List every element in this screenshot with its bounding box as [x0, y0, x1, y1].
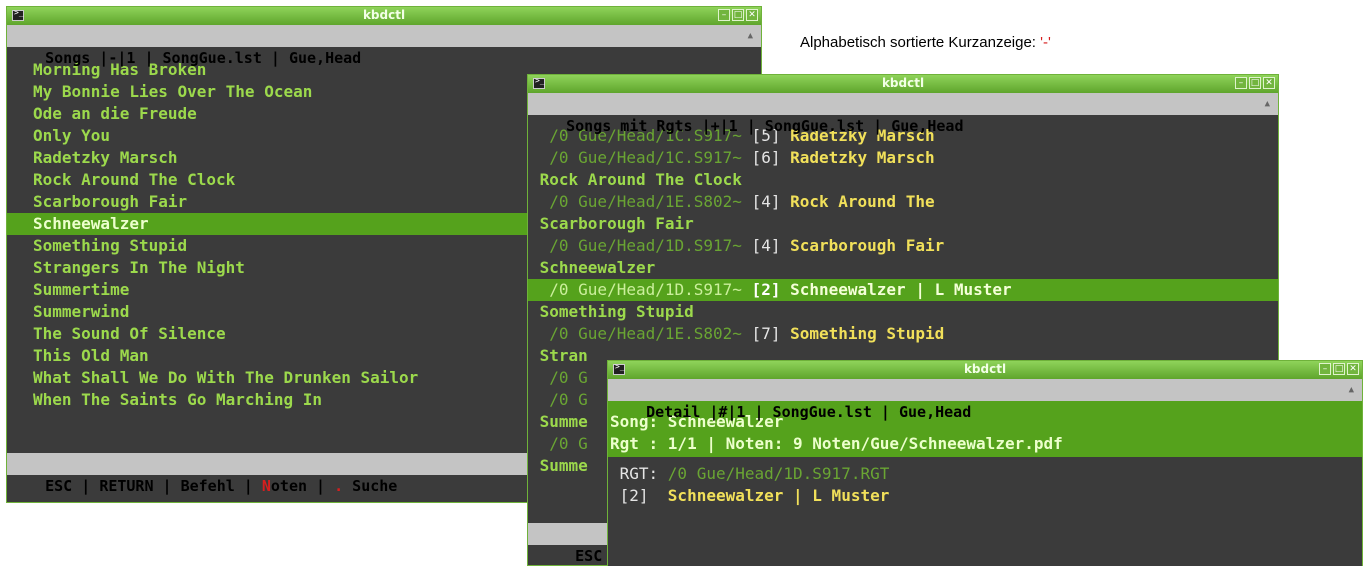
close-icon[interactable]: ✕ [746, 9, 758, 21]
footer-sep: | [72, 477, 100, 495]
footer-befehl: Befehl [180, 477, 235, 495]
window-controls: – □ ✕ [1319, 363, 1359, 375]
maximize-icon[interactable]: □ [732, 9, 744, 21]
maximize-icon[interactable]: □ [1333, 363, 1345, 375]
entry-name: Schneewalzer | L Muster [667, 486, 890, 505]
list-header: Songs mit Rgts |+|1 | SongGue.lst | Gue,… [528, 93, 1278, 135]
detail-header: Detail |#|1 | SongGue.lst | Gue,Head ▲ [608, 379, 1362, 421]
scroll-up-icon[interactable]: ▲ [1349, 379, 1354, 401]
footer-sep: | [307, 477, 335, 495]
window-title: kbdctl [881, 76, 925, 90]
annotation-text: Alphabetisch sortierte Kurzanzeige: [800, 34, 1036, 51]
rgt-name: Radetzky Marsch [790, 148, 935, 167]
close-icon[interactable]: ✕ [1347, 363, 1359, 375]
maximize-icon[interactable]: □ [1249, 77, 1261, 89]
song-title: Scarborough Fair [530, 214, 694, 233]
window-title: kbdctl [963, 362, 1007, 376]
song-title: Stran [530, 346, 588, 365]
footer-suche: Suche [343, 477, 398, 495]
scroll-up-icon[interactable]: ▲ [1265, 93, 1270, 115]
rgt-name: Schneewalzer | L Muster [790, 280, 1012, 299]
song-group-item[interactable]: Schneewalzer [528, 257, 1278, 279]
header-text: Detail |#|1 | SongGue.lst | Gue,Head [646, 403, 972, 421]
rgt-number: [2] [741, 280, 791, 299]
window-controls: – □ ✕ [1235, 77, 1275, 89]
rgt-list-item[interactable]: /0 Gue/Head/1C.S917~ [6] Radetzky Marsch [528, 147, 1278, 169]
minimize-icon[interactable]: – [1319, 363, 1331, 375]
window-titlebar[interactable]: kbdctl – □ ✕ [528, 75, 1278, 93]
song-title: Summe [530, 456, 588, 475]
footer-dot-key: . [334, 477, 344, 495]
header-text: Songs mit Rgts |+|1 | SongGue.lst | Gue,… [566, 117, 964, 135]
detail-entry-line: [2] Schneewalzer | L Muster [608, 485, 1362, 507]
rgt-list-item[interactable]: /0 Gue/Head/1E.S802~ [4] Rock Around The [528, 191, 1278, 213]
window-controls: – □ ✕ [718, 9, 758, 21]
song-title: Something Stupid [530, 302, 694, 321]
detail-rgt-path-line: RGT: /0 Gue/Head/1D.S917.RGT [608, 463, 1362, 485]
window-title: kbdctl [362, 8, 406, 22]
rgt-list-item[interactable]: /0 Gue/Head/1D.S917~ [4] Scarborough Fai… [528, 235, 1278, 257]
rgt-name: Scarborough Fair [790, 236, 945, 255]
rgt-number: [6] [741, 148, 791, 167]
minimize-icon[interactable]: – [718, 9, 730, 21]
footer-esc: ESC [45, 477, 73, 495]
song-title: Schneewalzer [530, 258, 656, 277]
list-header: Songs |-|1 | SongGue.lst | Gue,Head ▲ [7, 25, 761, 67]
rgt-name: Rock Around The [790, 192, 935, 211]
annotation-key: '-' [1040, 34, 1051, 51]
footer-return: RETURN [99, 477, 154, 495]
rgt-number: [7] [741, 324, 791, 343]
rgt-path: /0 G [530, 434, 588, 453]
scroll-up-icon[interactable]: ▲ [748, 25, 753, 47]
song-group-item[interactable]: Something Stupid [528, 301, 1278, 323]
rgt-list-item[interactable]: /0 Gue/Head/1D.S917~ [2] Schneewalzer | … [528, 279, 1278, 301]
song-group-item[interactable]: Scarborough Fair [528, 213, 1278, 235]
rgt-path: /0 Gue/Head/1D.S917~ [530, 236, 742, 255]
detail-body: RGT: /0 Gue/Head/1D.S917.RGT [2] Schneew… [608, 457, 1362, 507]
terminal-window-detail[interactable]: kbdctl – □ ✕ Detail |#|1 | SongGue.lst |… [607, 360, 1363, 566]
rgt-path: /0 Gue/Head/1E.S802~ [530, 192, 742, 211]
detail-rgt-line: Rgt : 1/1 | Noten: 9 Noten/Gue/Schneewal… [610, 434, 1063, 453]
rgt-path: /0 Gue/Head/1E.S802~ [530, 324, 742, 343]
rgt-path: /0 Gue/Head/1D.S917~ [530, 280, 742, 299]
entry-number: [2] [610, 486, 668, 505]
rgt-path: /0 G [530, 390, 588, 409]
footer-sep: | [234, 477, 262, 495]
song-title: Summe [530, 412, 588, 431]
rgt-path: /0 G [530, 368, 588, 387]
footer-noten-key: N [261, 477, 271, 495]
song-group-item[interactable]: Rock Around The Clock [528, 169, 1278, 191]
song-title: Rock Around The Clock [530, 170, 742, 189]
window-titlebar[interactable]: kbdctl – □ ✕ [608, 361, 1362, 379]
minimize-icon[interactable]: – [1235, 77, 1247, 89]
rgt-name: Something Stupid [790, 324, 945, 343]
footer-sep: | [153, 477, 181, 495]
close-icon[interactable]: ✕ [1263, 77, 1275, 89]
header-text: Songs |-|1 | SongGue.lst | Gue,Head [45, 49, 362, 67]
rgt-path: /0 Gue/Head/1D.S917.RGT [667, 464, 890, 483]
rgt-number: [4] [741, 236, 791, 255]
footer-noten: oten [270, 477, 308, 495]
annotation-note: Alphabetisch sortierte Kurzanzeige: '-' [800, 34, 1051, 51]
rgt-list-item[interactable]: /0 Gue/Head/1E.S802~ [7] Something Stupi… [528, 323, 1278, 345]
rgt-number: [4] [741, 192, 791, 211]
window-titlebar[interactable]: kbdctl – □ ✕ [7, 7, 761, 25]
